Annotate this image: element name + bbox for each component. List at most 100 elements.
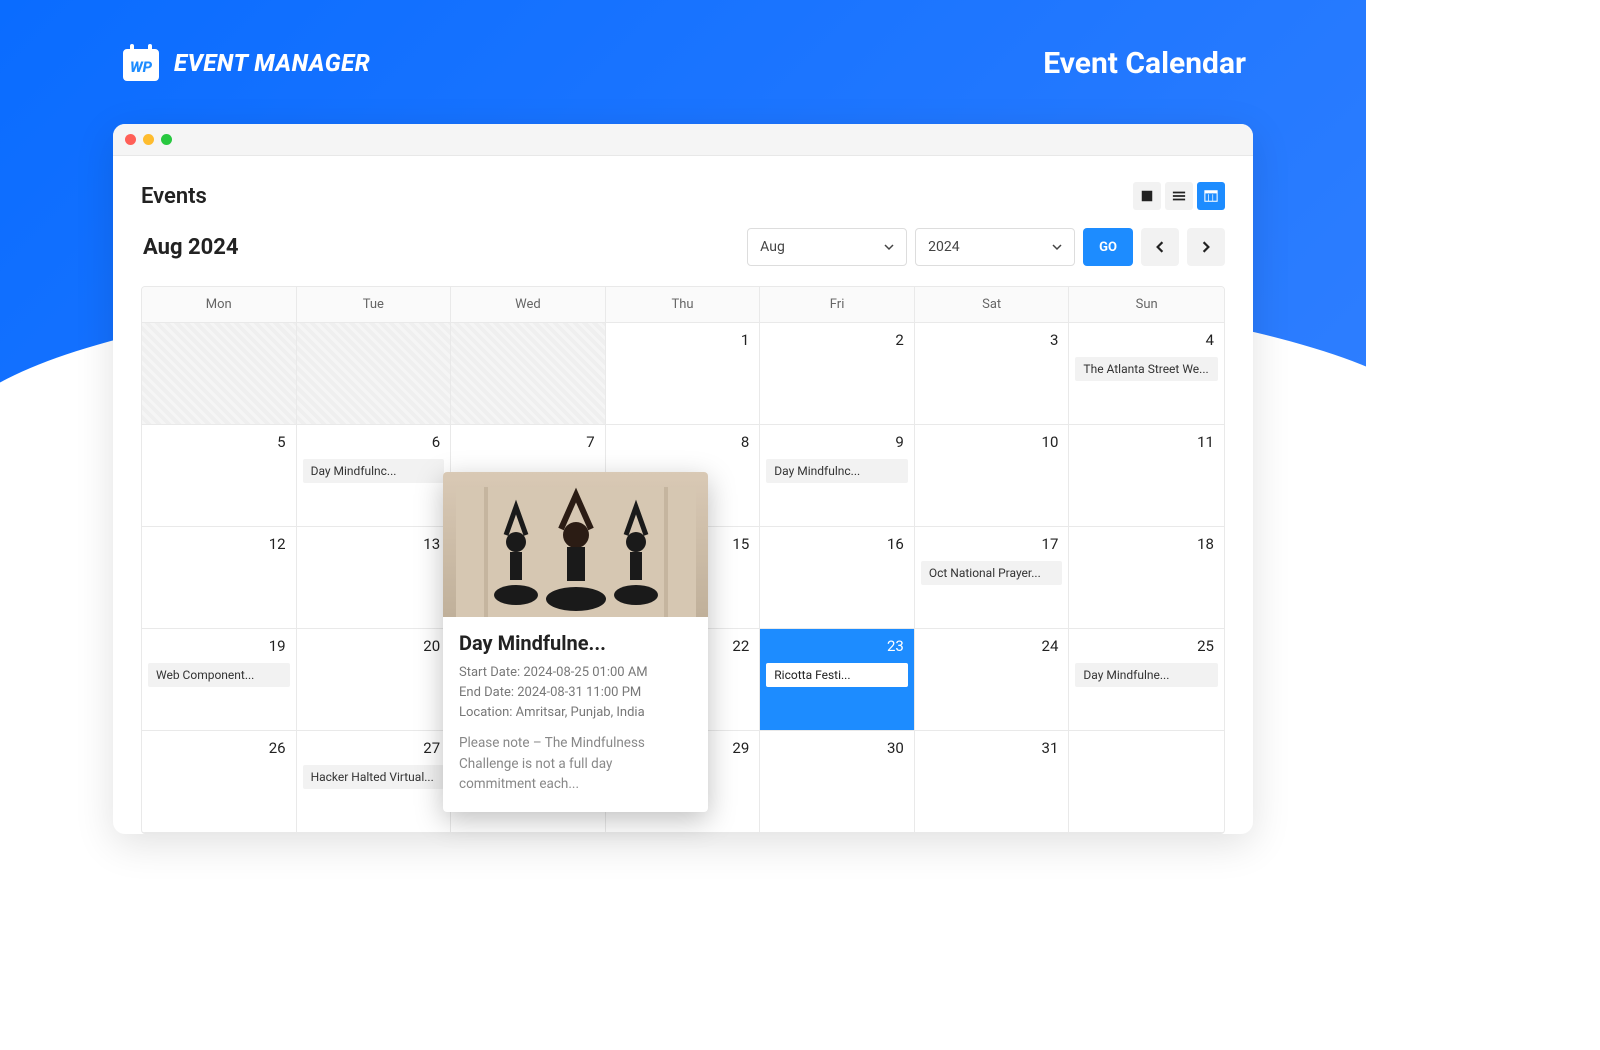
calendar-cell[interactable]: 4 The Atlanta Street We... [1069,323,1224,425]
weekday-header: Sun [1069,287,1224,322]
day-number: 8 [741,433,749,451]
popover-end-date: End Date: 2024-08-31 11:00 PM [459,683,692,703]
popover-image [443,472,708,617]
day-number: 12 [269,535,286,553]
view-grid-button[interactable] [1133,182,1161,210]
day-number: 25 [1197,637,1214,655]
view-toggles [1133,182,1225,210]
event-chip[interactable]: Day Mindfulnc... [303,459,445,483]
calendar-cell[interactable]: 6 Day Mindfulnc... [297,425,452,527]
day-number: 29 [732,739,749,757]
weekday-header: Fri [760,287,915,322]
weekday-header: Wed [451,287,606,322]
calendar-cell[interactable]: 5 [142,425,297,527]
current-month-label: Aug 2024 [141,235,239,260]
day-number: 2 [895,331,903,349]
calendar-cell[interactable]: 11 [1069,425,1224,527]
logo-text: EVENT MANAGER [174,49,370,77]
calendar-cell[interactable]: 2 [760,323,915,425]
calendar-cell[interactable] [1069,731,1224,833]
event-chip[interactable]: Day Mindfulne... [1075,663,1218,687]
year-select[interactable]: 2024 [915,228,1075,266]
day-number: 13 [423,535,440,553]
day-number: 16 [887,535,904,553]
calendar-cell[interactable]: 13 [297,527,452,629]
day-number: 7 [586,433,594,451]
calendar-cell[interactable]: 18 [1069,527,1224,629]
day-number: 9 [895,433,903,451]
weekday-header: Mon [142,287,297,322]
calendar-cell[interactable]: 26 [142,731,297,833]
popover-description: Please note – The Mindfulness Challenge … [459,733,692,794]
event-chip[interactable]: The Atlanta Street We... [1075,357,1218,381]
day-number: 19 [269,637,286,655]
calendar-cell[interactable]: 30 [760,731,915,833]
minimize-dot[interactable] [143,134,154,145]
view-calendar-button[interactable] [1197,182,1225,210]
event-chip[interactable]: Web Component... [148,663,290,687]
event-chip[interactable]: Day Mindfulnc... [766,459,908,483]
day-number: 31 [1042,739,1059,757]
calendar-header: MonTueWedThuFriSatSun [142,287,1224,323]
day-number: 4 [1206,331,1214,349]
event-chip[interactable]: Ricotta Festi... [766,663,908,687]
month-select-value: Aug [760,239,785,255]
logo-icon: WP [120,42,162,84]
calendar-cell[interactable]: 17 Oct National Prayer... [915,527,1070,629]
day-number: 18 [1197,535,1214,553]
calendar-cell[interactable]: 12 [142,527,297,629]
day-number: 6 [432,433,440,451]
calendar-cell[interactable]: 19 Web Component... [142,629,297,731]
event-chip[interactable]: Hacker Halted Virtual... [303,765,445,789]
calendar-cell[interactable]: 27Hacker Halted Virtual... [297,731,452,833]
day-number: 3 [1050,331,1058,349]
day-number: 5 [277,433,285,451]
events-heading: Events [141,184,207,209]
yoga-illustration-icon [456,487,696,617]
day-number: 20 [423,637,440,655]
view-list-button[interactable] [1165,182,1193,210]
header-title: Event Calendar [1043,46,1246,81]
year-select-value: 2024 [928,239,959,255]
weekday-header: Tue [297,287,452,322]
calendar-cell[interactable]: 1 [606,323,761,425]
weekday-header: Sat [915,287,1070,322]
day-number: 24 [1042,637,1059,655]
calendar-cell[interactable]: 10 [915,425,1070,527]
chevron-down-icon [884,242,894,252]
calendar-cell [297,323,452,425]
calendar-cell[interactable]: 9 Day Mindfulnc... [760,425,915,527]
popover-meta: Start Date: 2024-08-25 01:00 AM End Date… [459,663,692,723]
month-select[interactable]: Aug [747,228,907,266]
next-month-button[interactable] [1187,228,1225,266]
day-number: 17 [1042,535,1059,553]
calendar-cell[interactable]: 31 [915,731,1070,833]
calendar-cell[interactable]: 3 [915,323,1070,425]
day-number: 23 [887,637,904,655]
event-popover: Day Mindfulne... Start Date: 2024-08-25 … [443,472,708,812]
svg-text:WP: WP [130,58,153,76]
page-header: WP EVENT MANAGER Event Calendar [0,0,1366,84]
popover-title[interactable]: Day Mindfulne... [459,631,692,655]
day-number: 11 [1197,433,1214,451]
calendar-cell[interactable]: 20 [297,629,452,731]
popover-start-date: Start Date: 2024-08-25 01:00 AM [459,663,692,683]
calendar-cell[interactable]: 24 [915,629,1070,731]
calendar-cell [451,323,606,425]
event-chip[interactable]: Oct National Prayer... [921,561,1063,585]
calendar-cell [142,323,297,425]
prev-month-button[interactable] [1141,228,1179,266]
maximize-dot[interactable] [161,134,172,145]
window-titlebar [113,124,1253,156]
calendar-cell[interactable]: 16 [760,527,915,629]
close-dot[interactable] [125,134,136,145]
calendar-cell[interactable]: 25 Day Mindfulne... [1069,629,1224,731]
day-number: 30 [887,739,904,757]
day-number: 26 [269,739,286,757]
chevron-right-icon [1200,241,1212,253]
go-button[interactable]: GO [1083,228,1133,266]
day-number: 10 [1042,433,1059,451]
weekday-header: Thu [606,287,761,322]
chevron-left-icon [1154,241,1166,253]
calendar-cell[interactable]: 23 Ricotta Festi... [760,629,915,731]
